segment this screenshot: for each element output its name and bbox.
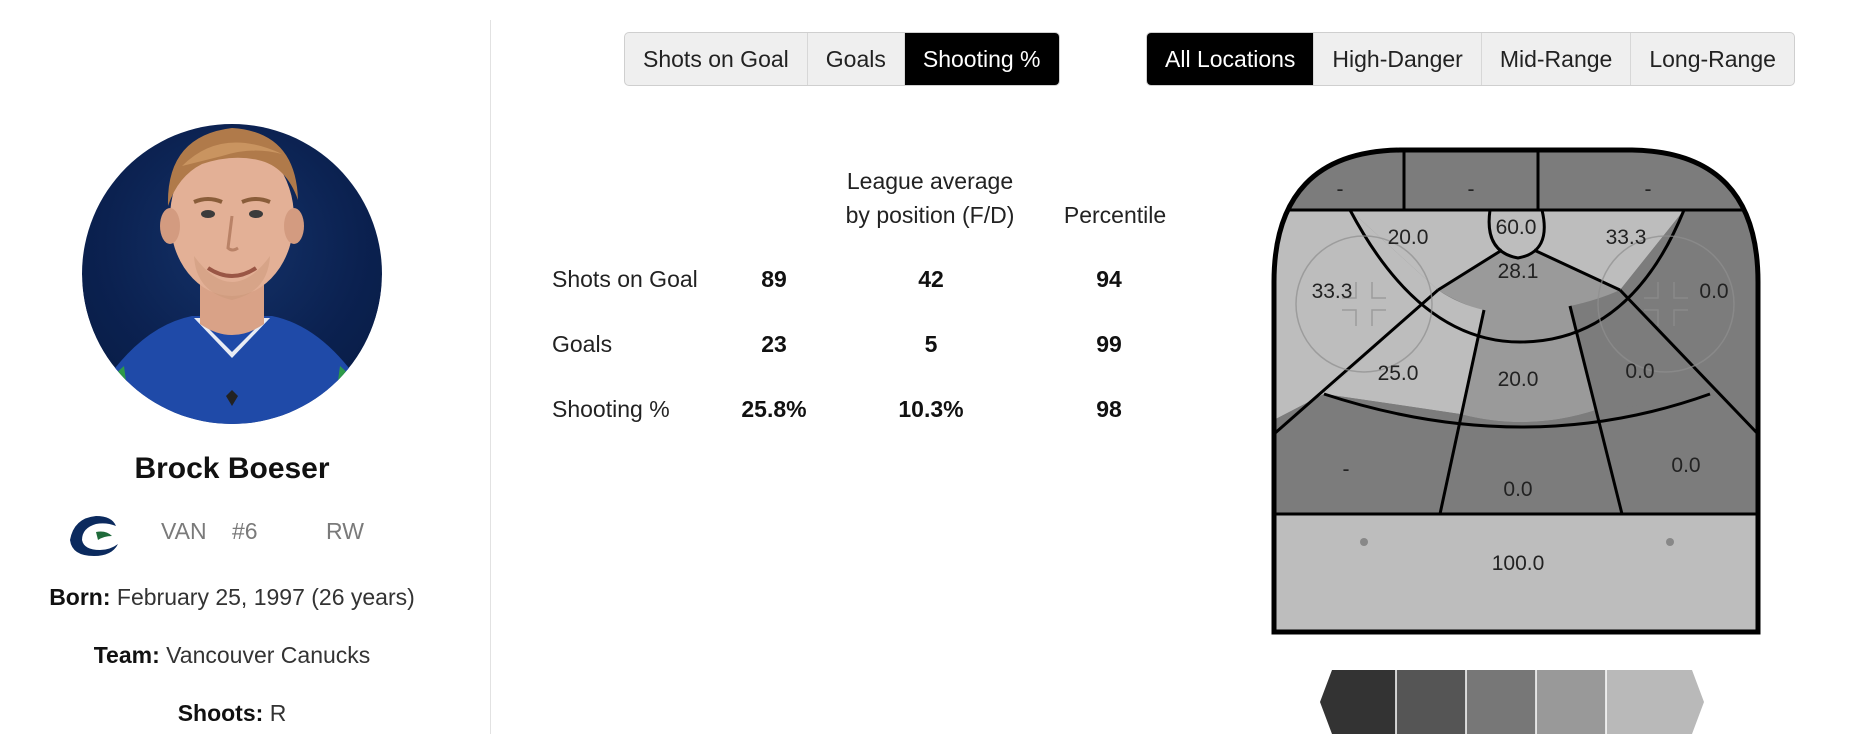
zone-value-center-point: 0.0 <box>1503 478 1532 501</box>
percentile-value: 98 <box>1096 396 1122 422</box>
player-position: RW <box>326 518 364 544</box>
zone-value-right-wide: 0.0 <box>1699 280 1728 303</box>
legend-bin-5 <box>1606 670 1704 734</box>
league-value: 42 <box>918 266 944 292</box>
zone-value-top-left: - <box>1337 178 1344 201</box>
team-abbreviation: VAN <box>161 518 207 544</box>
row-label: Shooting % <box>552 396 670 422</box>
zone-value-left-circle: 25.0 <box>1378 362 1419 385</box>
metric-option-goals[interactable]: Goals <box>808 33 905 85</box>
player-headshot-icon <box>102 128 362 424</box>
zone-value-arc-left: 20.0 <box>1388 226 1429 249</box>
born-label: Born: <box>49 584 111 610</box>
zone-value-slot: 28.1 <box>1498 260 1539 283</box>
legend-bin-3 <box>1466 670 1536 734</box>
table-row: Goals 23 5 99 <box>540 331 1180 371</box>
metric-toggle: Shots on Goal Goals Shooting % <box>624 32 1060 86</box>
location-option-all[interactable]: All Locations <box>1147 33 1315 85</box>
player-value: 23 <box>761 331 787 357</box>
location-toggle: All Locations High-Danger Mid-Range Long… <box>1146 32 1795 86</box>
metric-option-shots-on-goal[interactable]: Shots on Goal <box>625 33 808 85</box>
player-headshot-avatar <box>82 96 382 424</box>
location-option-mid-range[interactable]: Mid-Range <box>1482 33 1632 85</box>
team-value: Vancouver Canucks <box>166 642 371 668</box>
team-info-row: VAN #6 RW <box>66 510 426 556</box>
header-percentile: Percentile <box>1063 202 1167 228</box>
faceoff-dot <box>1360 538 1368 546</box>
panel-divider <box>490 20 491 734</box>
zone-value-top-mid: - <box>1468 178 1475 201</box>
zone-value-left-wide: 33.3 <box>1312 280 1353 303</box>
table-row: Shooting % 25.8% 10.3% 98 <box>540 396 1180 436</box>
shoots-value: R <box>269 700 287 726</box>
zone-value-mid-slot: 20.0 <box>1498 368 1539 391</box>
zone-value-arc-right: 33.3 <box>1606 226 1647 249</box>
stats-table: League average by position (F/D) Percent… <box>540 160 1180 460</box>
legend-bin-2 <box>1396 670 1466 734</box>
faceoff-dot <box>1666 538 1674 546</box>
percentile-value: 94 <box>1096 266 1122 292</box>
row-label: Shots on Goal <box>552 266 698 292</box>
team-info: Team: Vancouver Canucks <box>0 642 464 669</box>
zone-value-slot-top: 60.0 <box>1496 216 1537 239</box>
canucks-orca-logo-icon <box>70 516 118 556</box>
born-info: Born: February 25, 1997 (26 years) <box>0 584 464 611</box>
table-row: Shots on Goal 89 42 94 <box>540 266 1180 306</box>
player-profile: Brock Boeser VAN #6 RW Born: February 25… <box>0 0 490 734</box>
legend-bin-1 <box>1320 670 1396 734</box>
header-league-line2: by position (F/D) <box>845 202 1015 228</box>
location-option-long-range[interactable]: Long-Range <box>1631 33 1794 85</box>
league-value: 10.3% <box>898 396 964 422</box>
zone-value-top-right: - <box>1645 178 1652 201</box>
color-scale-legend <box>1320 670 1704 734</box>
player-value: 89 <box>761 266 787 292</box>
jersey-number: #6 <box>232 518 258 544</box>
zone-value-right-circle: 0.0 <box>1625 360 1654 383</box>
metric-option-shooting-pct[interactable]: Shooting % <box>904 33 1059 85</box>
legend-bin-4 <box>1536 670 1606 734</box>
shoots-label: Shoots: <box>177 700 264 726</box>
zone-value-blue-line: 100.0 <box>1492 552 1545 575</box>
percentile-value: 99 <box>1096 331 1122 357</box>
row-label: Goals <box>552 331 613 357</box>
player-value: 25.8% <box>741 396 807 422</box>
location-option-high-danger[interactable]: High-Danger <box>1314 33 1482 85</box>
team-label: Team: <box>93 642 160 668</box>
zone-value-right-point: 0.0 <box>1671 454 1700 477</box>
rink-shot-map: - - - 20.0 60.0 33.3 28.1 33.3 0.0 25.0 … <box>1271 147 1761 635</box>
shoots-info: Shoots: R <box>0 700 464 727</box>
player-name: Brock Boeser <box>134 452 330 485</box>
header-league-average: League average by position (F/D) <box>830 164 1030 232</box>
zone-value-left-point: - <box>1343 458 1350 481</box>
born-value: February 25, 1997 (26 years) <box>116 584 415 610</box>
league-value: 5 <box>924 331 938 357</box>
header-league-line1: League average <box>846 168 1014 194</box>
